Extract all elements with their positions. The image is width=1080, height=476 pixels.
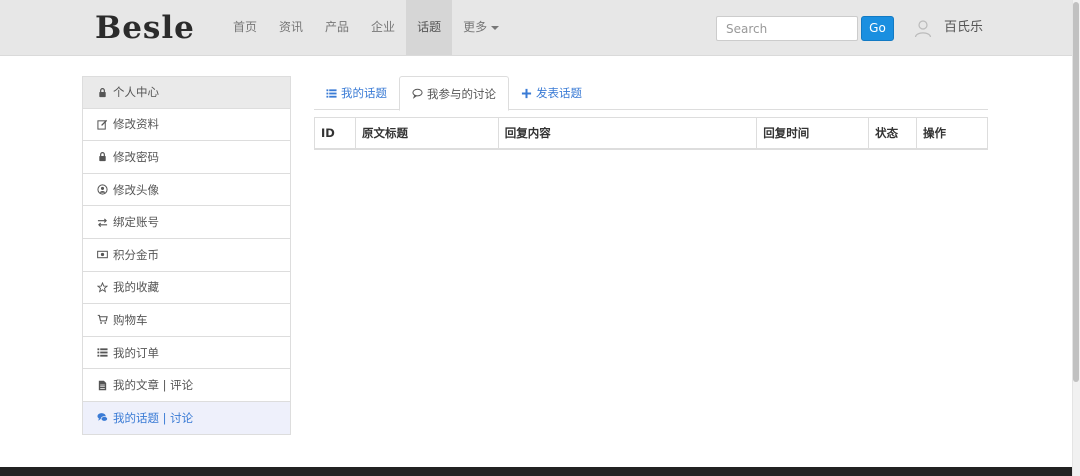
user-name-link[interactable]: 百氏乐 — [944, 19, 983, 37]
search-input[interactable] — [716, 16, 858, 41]
page-footer — [0, 467, 1072, 476]
star-icon — [96, 281, 108, 293]
column-header-id: ID — [314, 117, 356, 150]
sidebar-item-shopping-cart[interactable]: 购物车 — [82, 304, 291, 337]
tab-label: 我参与的讨论 — [427, 86, 496, 101]
column-header-actions: 操作 — [916, 117, 988, 150]
discussions-table: ID 原文标题 回复内容 回复时间 状态 操作 — [314, 117, 988, 150]
topic-tabs: 我的话题 我参与的讨论 发表话题 — [314, 76, 988, 111]
money-icon — [96, 249, 108, 261]
nav-item-label: 话题 — [417, 20, 442, 34]
tab-my-topics[interactable]: 我的话题 — [314, 76, 399, 110]
sidebar-item-edit-profile[interactable]: 修改资料 — [82, 108, 291, 142]
nav-item-news[interactable]: 资讯 — [268, 0, 314, 55]
sidebar-item-my-topics-discussions[interactable]: 我的话题 | 讨论 — [82, 401, 291, 435]
list-icon — [96, 347, 108, 359]
sidebar-item-label: 我的话题 | 讨论 — [113, 410, 194, 425]
nav-item-label: 资讯 — [279, 20, 304, 34]
sidebar-item-my-articles-comments[interactable]: 我的文章 | 评论 — [82, 369, 291, 402]
lock-icon — [96, 151, 108, 163]
nav-item-more-dropdown[interactable]: 更多 — [452, 0, 510, 55]
column-header-reply-time: 回复时间 — [756, 117, 870, 150]
sidebar-item-my-orders[interactable]: 我的订单 — [82, 336, 291, 370]
user-center-sidebar: 个人中心 修改资料 修改密码 修改头像 绑定账号 积分金币 我的收藏 购物车 我… — [82, 76, 291, 435]
plus-icon — [521, 88, 532, 98]
sidebar-item-label: 个人中心 — [113, 85, 159, 100]
lock-icon — [96, 86, 108, 98]
sidebar-item-label: 我的文章 | 评论 — [113, 378, 194, 393]
sidebar-item-bind-account[interactable]: 绑定账号 — [82, 206, 291, 239]
brand-logo[interactable]: Besle — [95, 9, 195, 47]
edit-icon — [96, 118, 108, 130]
vertical-scrollbar[interactable] — [1072, 0, 1080, 476]
caret-down-icon — [491, 25, 500, 30]
search-go-button[interactable]: Go — [861, 16, 894, 41]
main-nav: 首页 资讯 产品 企业 话题 更多 — [222, 0, 510, 55]
top-navbar: Besle 首页 资讯 产品 企业 话题 更多 Go 百氏乐 — [0, 0, 1072, 56]
exchange-icon — [96, 216, 108, 228]
nav-item-products[interactable]: 产品 — [314, 0, 360, 55]
list-icon — [326, 88, 337, 98]
user-circle-icon — [96, 184, 108, 196]
column-header-reply-content: 回复内容 — [497, 117, 758, 150]
nav-item-label: 企业 — [371, 20, 396, 34]
sidebar-item-label: 积分金币 — [113, 247, 159, 262]
table-header-row: ID 原文标题 回复内容 回复时间 状态 操作 — [314, 117, 988, 150]
sidebar-item-profile-center[interactable]: 个人中心 — [82, 76, 291, 109]
sidebar-item-label: 修改密码 — [113, 149, 159, 164]
nav-item-label: 首页 — [233, 20, 258, 34]
sidebar-item-label: 购物车 — [113, 312, 148, 327]
user-avatar-icon[interactable] — [913, 18, 933, 38]
tab-my-discussions[interactable]: 我参与的讨论 — [399, 76, 509, 111]
sidebar-item-label: 修改资料 — [113, 117, 159, 132]
nav-item-home[interactable]: 首页 — [222, 0, 268, 55]
cart-icon — [96, 314, 108, 326]
nav-item-topics[interactable]: 话题 — [406, 0, 453, 55]
sidebar-item-label: 我的订单 — [113, 345, 159, 360]
tab-post-topic[interactable]: 发表话题 — [509, 76, 594, 110]
sidebar-item-label: 绑定账号 — [113, 215, 159, 230]
sidebar-item-label: 我的收藏 — [113, 280, 159, 295]
sidebar-item-points-coins[interactable]: 积分金币 — [82, 238, 291, 272]
sidebar-item-label: 修改头像 — [113, 182, 159, 197]
tab-label: 我的话题 — [341, 86, 387, 100]
nav-item-label: 产品 — [325, 20, 350, 34]
column-header-original-title: 原文标题 — [354, 117, 499, 150]
sidebar-item-change-password[interactable]: 修改密码 — [82, 141, 291, 174]
nav-item-companies[interactable]: 企业 — [360, 0, 406, 55]
comment-icon — [412, 88, 423, 99]
file-icon — [96, 379, 108, 391]
sidebar-item-favorites[interactable]: 我的收藏 — [82, 271, 291, 305]
tab-label: 发表话题 — [536, 86, 582, 100]
column-header-status: 状态 — [868, 117, 918, 150]
comments-icon — [96, 412, 108, 424]
sidebar-item-change-avatar[interactable]: 修改头像 — [82, 173, 291, 207]
nav-item-label: 更多 — [463, 20, 488, 34]
scrollbar-thumb[interactable] — [1073, 2, 1079, 382]
